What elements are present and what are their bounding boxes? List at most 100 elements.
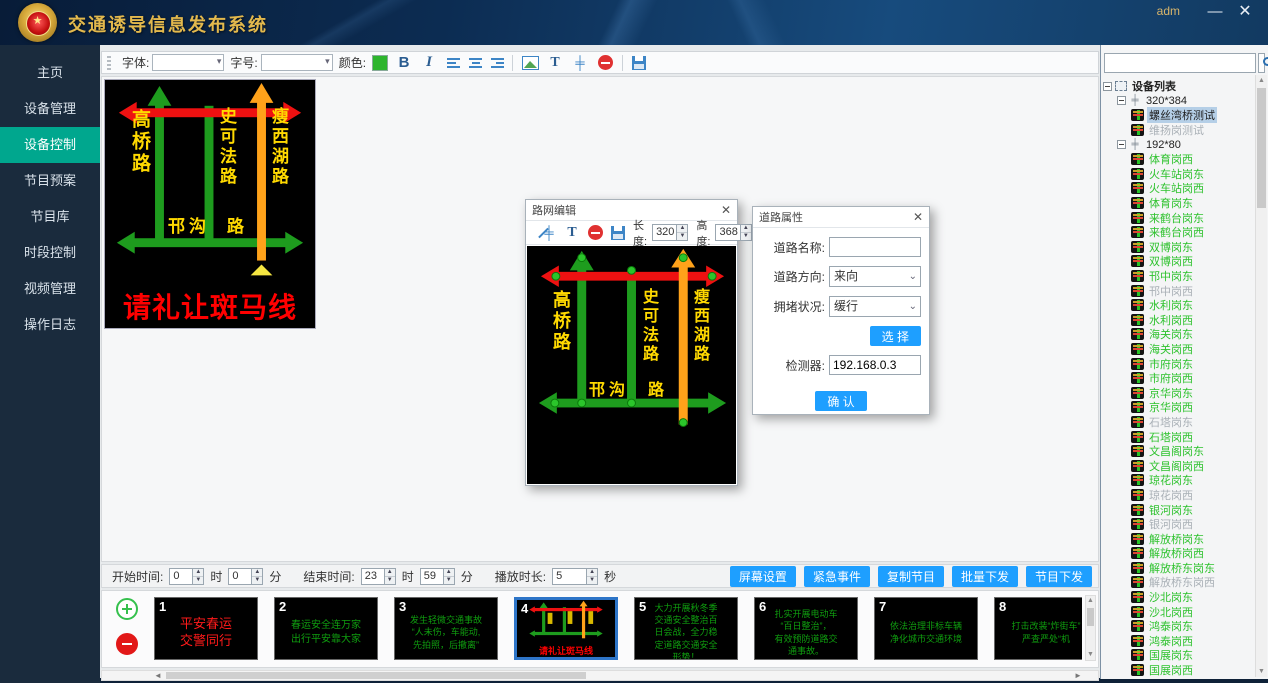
align-right-button[interactable] [491, 58, 504, 68]
device-tree-item[interactable]: 解放桥岗西 [1103, 546, 1253, 561]
device-tree-item[interactable]: 国展岗西 [1103, 663, 1253, 677]
detector-field[interactable] [829, 355, 921, 375]
step-down-icon[interactable]: ▼ [677, 233, 687, 240]
playlist-thumbnail-7[interactable]: 7依法治理非标车辆净化城市交通环境 [874, 597, 978, 660]
roadnet-editor-canvas[interactable]: 高桥路 史可法路 瘦西湖路 邗沟 路 [527, 246, 736, 484]
device-tree-item[interactable]: 鸿泰岗西 [1103, 634, 1253, 649]
playlist-thumbnail-4[interactable]: 4 请礼让斑马线 [514, 597, 618, 660]
device-tree-item[interactable]: 琼花岗东 [1103, 473, 1253, 488]
playlist-thumbnail-8[interactable]: 8打击改装“炸街车”严查严处“机 [994, 597, 1082, 660]
scroll-up-icon[interactable]: ▲ [1086, 596, 1095, 606]
tree-group-192*80[interactable]: ╪ 192*80 [1103, 137, 1253, 152]
tree-group-320*384[interactable]: ╪ 320*384 [1103, 94, 1253, 109]
road-direction-select[interactable]: 来向 [829, 266, 921, 287]
step-up-icon[interactable]: ▲ [444, 569, 454, 577]
align-center-button[interactable] [469, 58, 482, 68]
step-down-icon[interactable]: ▼ [741, 233, 751, 240]
start-hour-stepper[interactable]: 0 ▲▼ [169, 568, 204, 585]
congestion-select[interactable]: 缓行 [829, 296, 921, 317]
playlist-thumbnail-5[interactable]: 5大力开展秋冬季交通安全整治百日会战，全力稳定道路交通安全形势！ [634, 597, 738, 660]
emergency-event-button[interactable]: 紧急事件 [804, 566, 870, 587]
scroll-left-icon[interactable]: ◄ [152, 671, 164, 680]
device-tree-item[interactable]: 体育岗西 [1103, 152, 1253, 167]
device-tree-item[interactable]: 海关岗东 [1103, 327, 1253, 342]
device-tree-item[interactable]: 海关岗西 [1103, 342, 1253, 357]
delete-button[interactable] [598, 55, 613, 70]
device-tree-item[interactable]: 文昌阁岗东 [1103, 444, 1253, 459]
device-tree-item[interactable]: 琼花岗西 [1103, 488, 1253, 503]
end-minute-stepper[interactable]: 59 ▲▼ [420, 568, 455, 585]
sidebar-item[interactable]: 操作日志 [0, 307, 100, 343]
device-tree-item[interactable]: 双博岗东 [1103, 240, 1253, 255]
select-detector-button[interactable]: 选 择 [870, 326, 921, 346]
scroll-down-icon[interactable]: ▼ [1256, 666, 1267, 677]
device-tree-item[interactable]: 双博岗西 [1103, 254, 1253, 269]
confirm-button[interactable]: 确 认 [815, 391, 866, 411]
collapse-icon[interactable] [1117, 140, 1126, 149]
device-tree-item[interactable]: 火车站岗西 [1103, 181, 1253, 196]
add-program-button[interactable] [116, 598, 138, 620]
start-minute-stepper[interactable]: 0 ▲▼ [228, 568, 263, 585]
step-down-icon[interactable]: ▼ [252, 577, 262, 584]
device-tree-item[interactable]: 邗中岗东 [1103, 269, 1253, 284]
insert-roadnet-button[interactable]: ╪ [571, 54, 589, 72]
device-tree-item[interactable]: 市府岗西 [1103, 371, 1253, 386]
step-up-icon[interactable]: ▲ [252, 569, 262, 577]
device-tree-item[interactable]: 石塔岗东 [1103, 415, 1253, 430]
road-name-field[interactable] [829, 237, 921, 257]
device-tree-item[interactable]: 石塔岗西 [1103, 429, 1253, 444]
program-preview-canvas[interactable]: 高桥路 史可法路 瘦西湖路 邗沟 路 请礼让斑马线 [104, 79, 316, 329]
device-tree-item[interactable]: 来鹤台岗西 [1103, 225, 1253, 240]
duration-stepper[interactable]: 5 ▲▼ [552, 568, 598, 585]
device-tree-item[interactable]: 市府岗东 [1103, 356, 1253, 371]
screen-settings-button[interactable]: 屏幕设置 [730, 566, 796, 587]
device-tree-item[interactable]: 沙北岗西 [1103, 604, 1253, 619]
align-left-button[interactable] [447, 58, 460, 68]
search-button[interactable] [1258, 53, 1265, 73]
device-tree-item[interactable]: 水利岗东 [1103, 298, 1253, 313]
close-icon[interactable]: ✕ [913, 210, 923, 224]
device-tree-item[interactable]: 解放桥东岗东 [1103, 561, 1253, 576]
step-down-icon[interactable]: ▼ [587, 577, 597, 584]
sidebar-item[interactable]: 主页 [0, 55, 100, 91]
minimize-icon[interactable]: — [1204, 2, 1226, 22]
device-tree-item[interactable]: 解放桥岗东 [1103, 531, 1253, 546]
step-up-icon[interactable]: ▲ [385, 569, 395, 577]
close-icon[interactable]: ✕ [1234, 2, 1256, 22]
color-swatch[interactable] [372, 55, 388, 71]
device-tree-item[interactable]: 螺丝湾桥测试 [1103, 108, 1253, 123]
sidebar-item[interactable]: 设备控制 [0, 127, 100, 163]
scrollbar-thumb[interactable] [166, 672, 586, 679]
step-up-icon[interactable]: ▲ [677, 225, 687, 233]
device-tree-item[interactable]: 国展岗东 [1103, 648, 1253, 663]
text-tool-button[interactable]: T [563, 224, 581, 242]
program-send-button[interactable]: 节目下发 [1026, 566, 1092, 587]
insert-text-button[interactable]: T [546, 54, 564, 72]
device-tree-item[interactable]: 京华岗西 [1103, 400, 1253, 415]
bold-button[interactable]: B [395, 54, 413, 72]
font-select[interactable] [152, 54, 224, 71]
step-down-icon[interactable]: ▼ [193, 577, 203, 584]
collapse-icon[interactable] [1103, 82, 1112, 91]
device-tree-item[interactable]: 银河岗东 [1103, 502, 1253, 517]
sidebar-item[interactable]: 节目库 [0, 199, 100, 235]
device-tree-item[interactable]: 来鹤台岗东 [1103, 210, 1253, 225]
insert-image-button[interactable] [522, 56, 539, 70]
height-stepper[interactable]: 368 ▲▼ [715, 224, 751, 241]
step-up-icon[interactable]: ▲ [587, 569, 597, 577]
end-hour-stepper[interactable]: 23 ▲▼ [361, 568, 396, 585]
step-up-icon[interactable]: ▲ [741, 225, 751, 233]
playlist-thumbnail-2[interactable]: 2春运安全连万家出行平安靠大家 [274, 597, 378, 660]
delete-road-button[interactable] [588, 225, 603, 240]
playlist-vertical-scrollbar[interactable]: ▲ ▼ [1085, 595, 1096, 661]
save-button[interactable] [632, 56, 646, 70]
device-tree-item[interactable]: 京华岗东 [1103, 385, 1253, 400]
collapse-icon[interactable] [1117, 96, 1126, 105]
device-tree-item[interactable]: 邗中岗西 [1103, 283, 1253, 298]
device-tree-scrollbar[interactable]: ▲ ▼ [1255, 75, 1267, 677]
close-icon[interactable]: ✕ [721, 203, 731, 217]
sidebar-item[interactable]: 视频管理 [0, 271, 100, 307]
device-tree-item[interactable]: 火车站岗东 [1103, 167, 1253, 182]
font-size-select[interactable] [261, 54, 333, 71]
step-up-icon[interactable]: ▲ [193, 569, 203, 577]
